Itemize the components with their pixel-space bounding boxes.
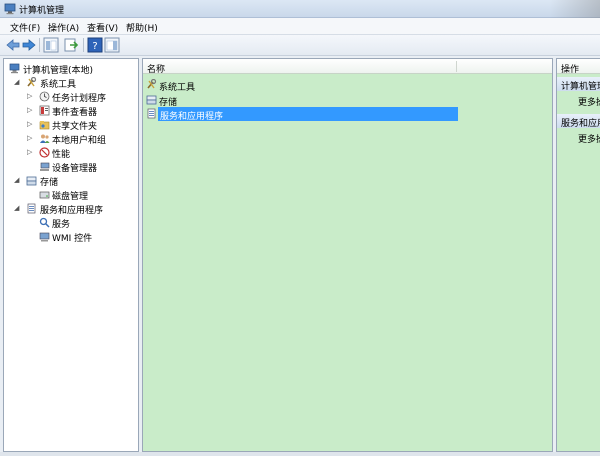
tree-item-performance[interactable]: ▷ 性能 bbox=[7, 146, 137, 160]
tree-item-local-users[interactable]: ▷ 本地用户和组 bbox=[7, 132, 137, 146]
list-item-label: 系统工具 bbox=[159, 83, 196, 93]
tree-item-device-manager[interactable]: 设备管理器 bbox=[7, 160, 137, 174]
title-bar: 计算机管理 bbox=[0, 0, 600, 18]
performance-icon bbox=[39, 147, 50, 158]
list-item-services-apps[interactable]: 服务和应用程序 bbox=[145, 107, 465, 122]
services-apps-icon bbox=[147, 108, 156, 119]
column-header-name[interactable]: 名称 bbox=[143, 59, 552, 75]
menu-help[interactable]: 帮助(H) bbox=[124, 21, 160, 34]
actions-section-title: 服务和应用 bbox=[561, 119, 600, 129]
expand-arrow-icon[interactable]: ▷ bbox=[27, 106, 35, 115]
list-item-system-tools[interactable]: 系统工具 bbox=[145, 78, 445, 93]
shared-folders-icon bbox=[39, 121, 50, 130]
status-bar bbox=[0, 452, 600, 456]
more-actions-link[interactable]: 更多操 bbox=[578, 95, 600, 108]
tree-item-label: 计算机管理(本地) bbox=[23, 66, 94, 76]
collapse-arrow-icon[interactable]: ◢ bbox=[14, 78, 22, 87]
wmi-control-icon bbox=[39, 232, 50, 242]
actions-section-computer-management[interactable]: 计算机管理 bbox=[557, 77, 600, 92]
task-scheduler-icon bbox=[39, 91, 50, 102]
column-header-label: 名称 bbox=[147, 65, 166, 75]
help-icon[interactable]: ? bbox=[87, 37, 103, 53]
tree-item-label: 磁盘管理 bbox=[52, 192, 89, 202]
expand-arrow-icon[interactable]: ▷ bbox=[27, 148, 35, 157]
window-title: 计算机管理 bbox=[19, 6, 65, 16]
tree-item-services-apps[interactable]: ◢ 服务和应用程序 bbox=[7, 202, 137, 216]
console-tree: 计算机管理(本地) ◢ 系统工具 ▷ 任务计划程序 ▷ 事件查看器 ▷ 共享文件… bbox=[3, 58, 139, 452]
tree-item-label: 事件查看器 bbox=[52, 108, 98, 118]
disk-management-icon bbox=[39, 191, 50, 199]
actions-header: 操作 bbox=[557, 59, 600, 75]
actions-pane: 操作 计算机管理 更多操 服务和应用 更多操 bbox=[556, 58, 600, 452]
tree-item-disk-management[interactable]: 磁盘管理 bbox=[7, 188, 137, 202]
expand-arrow-icon[interactable]: ▷ bbox=[27, 120, 35, 129]
back-icon[interactable] bbox=[5, 37, 21, 53]
tree-item-storage[interactable]: ◢ 存储 bbox=[7, 174, 137, 188]
menu-action[interactable]: 操作(A) bbox=[46, 21, 81, 34]
tree-item-label: WMI 控件 bbox=[52, 234, 93, 244]
tree-item-label: 服务 bbox=[52, 220, 71, 230]
storage-icon bbox=[26, 176, 37, 186]
actions-section-title: 计算机管理 bbox=[561, 82, 600, 92]
toolbar: ? bbox=[0, 35, 600, 56]
export-icon[interactable] bbox=[63, 37, 79, 53]
actions-section-services-apps[interactable]: 服务和应用 bbox=[557, 114, 600, 129]
expand-arrow-icon[interactable]: ▷ bbox=[27, 134, 35, 143]
tree-item-label: 共享文件夹 bbox=[52, 122, 98, 132]
collapse-arrow-icon[interactable]: ◢ bbox=[14, 176, 22, 185]
tree-item-label: 设备管理器 bbox=[52, 164, 98, 174]
menu-bar: 文件(F) 操作(A) 查看(V) 帮助(H) bbox=[0, 18, 600, 35]
tree-item-wmi-control[interactable]: WMI 控件 bbox=[7, 230, 137, 244]
tree-item-label: 系统工具 bbox=[40, 80, 77, 90]
system-tools-icon bbox=[147, 79, 157, 89]
tree-item-event-viewer[interactable]: ▷ 事件查看器 bbox=[7, 104, 137, 118]
system-tools-icon bbox=[27, 77, 37, 87]
tree-item-label: 服务和应用程序 bbox=[40, 206, 104, 216]
menu-view[interactable]: 查看(V) bbox=[85, 21, 120, 34]
computer-management-icon bbox=[4, 3, 16, 15]
tree-item-task-scheduler[interactable]: ▷ 任务计划程序 bbox=[7, 90, 137, 104]
console-tree-icon[interactable] bbox=[43, 37, 59, 53]
services-icon bbox=[39, 217, 50, 228]
show-hide-pane-icon[interactable] bbox=[104, 37, 120, 53]
collapse-arrow-icon[interactable]: ◢ bbox=[14, 204, 22, 213]
menu-file[interactable]: 文件(F) bbox=[8, 21, 42, 34]
services-apps-icon bbox=[27, 203, 36, 214]
list-item-storage[interactable]: 存储 bbox=[145, 93, 445, 108]
device-manager-icon bbox=[40, 162, 50, 171]
storage-icon bbox=[146, 95, 157, 105]
tree-item-label: 本地用户和组 bbox=[52, 136, 107, 146]
tree-item-label: 存储 bbox=[40, 178, 59, 188]
forward-icon[interactable] bbox=[21, 37, 37, 53]
local-users-icon bbox=[40, 134, 50, 143]
more-actions-link[interactable]: 更多操 bbox=[578, 132, 600, 145]
tree-item-label: 任务计划程序 bbox=[52, 94, 107, 104]
tree-item-system-tools[interactable]: ◢ 系统工具 bbox=[7, 76, 137, 90]
list-item-label: 服务和应用程序 bbox=[158, 107, 458, 122]
computer-management-icon bbox=[9, 63, 20, 74]
tree-item-computer-management[interactable]: 计算机管理(本地) bbox=[7, 62, 137, 76]
svg-text:?: ? bbox=[92, 41, 97, 52]
expand-arrow-icon[interactable]: ▷ bbox=[27, 92, 35, 101]
result-list: 名称 系统工具 存储 服务和应用程序 bbox=[142, 58, 553, 452]
tree-item-label: 性能 bbox=[52, 150, 71, 160]
tree-item-shared-folders[interactable]: ▷ 共享文件夹 bbox=[7, 118, 137, 132]
event-viewer-icon bbox=[39, 105, 50, 116]
tree-item-services[interactable]: 服务 bbox=[7, 216, 137, 230]
